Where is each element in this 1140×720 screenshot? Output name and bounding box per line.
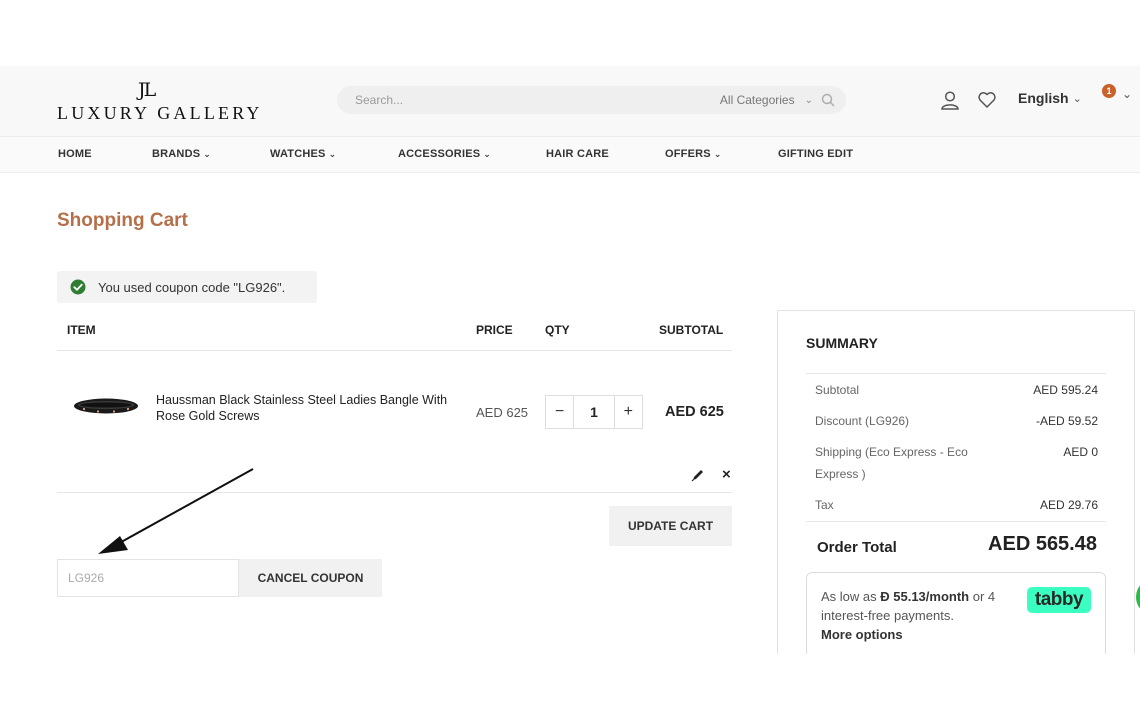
chat-button[interactable] — [1136, 580, 1140, 614]
logo-text: LUXURY GALLERY — [57, 103, 263, 123]
search-icon — [821, 93, 835, 107]
summary-row-label: Shipping (Eco Express - Eco Express ) — [815, 445, 968, 481]
nav-item-label: ACCESSORIES — [398, 148, 481, 160]
nav-item-brands[interactable]: BRANDS ⌄ — [152, 148, 211, 160]
nav-item-label: BRANDS — [152, 148, 201, 160]
nav-item-accessories[interactable]: ACCESSORIES ⌄ — [398, 148, 491, 160]
nav-item-label: OFFERS — [665, 148, 711, 160]
site-header: JL LUXURY GALLERY All Categories ⌄ — [0, 66, 1140, 136]
chevron-down-icon: ⌄ — [713, 149, 722, 159]
chevron-down-icon: ⌄ — [804, 94, 813, 106]
product-name-link[interactable]: Haussman Black Stainless Steel Ladies Ba… — [156, 392, 456, 424]
item-price: AED 625 — [476, 405, 529, 420]
search-button[interactable] — [815, 86, 841, 114]
logo[interactable]: JL LUXURY GALLERY — [57, 77, 259, 125]
nav-item-home[interactable]: HOME — [58, 148, 92, 160]
success-message: You used coupon code "LG926". — [57, 271, 317, 303]
page: JL LUXURY GALLERY All Categories ⌄ — [0, 66, 1140, 654]
heart-icon — [978, 92, 996, 108]
chevron-down-icon: ⌄ — [483, 149, 492, 159]
tabby-more-options-link[interactable]: More options — [821, 625, 1021, 644]
tabby-logo: tabby — [1027, 587, 1091, 613]
remove-item-button[interactable]: × — [722, 466, 731, 483]
qty-input[interactable]: 1 — [573, 396, 615, 428]
minicart-button[interactable]: 1 ⌄ — [1102, 84, 1140, 108]
cancel-coupon-button[interactable]: CANCEL COUPON — [239, 559, 382, 597]
category-select[interactable]: All Categories ⌄ — [685, 86, 813, 114]
column-header-price: PRICE — [476, 323, 513, 337]
divider — [806, 521, 1106, 522]
summary-row-value: AED 0 — [1063, 445, 1098, 459]
chevron-down-icon: ⌄ — [1122, 87, 1133, 101]
nav-item-offers[interactable]: OFFERS ⌄ — [665, 148, 722, 160]
language-select[interactable]: English ⌄ — [1018, 90, 1082, 106]
nav-item-hair-care[interactable]: HAIR CARE — [546, 148, 609, 160]
language-label: English — [1018, 90, 1069, 106]
column-header-subtotal: SUBTOTAL — [659, 323, 724, 337]
tabby-promo-text: As low as Ð 55.13/month or 4 interest-fr… — [821, 587, 1021, 644]
product-image[interactable] — [72, 396, 140, 416]
divider — [806, 373, 1106, 374]
summary-row-label: Subtotal — [815, 383, 860, 397]
cart-count-badge: 1 — [1102, 84, 1116, 98]
search-input[interactable] — [337, 86, 690, 114]
summary-title: SUMMARY — [806, 335, 878, 351]
tabby-promo: As low as Ð 55.13/month or 4 interest-fr… — [806, 572, 1106, 654]
search-bar: All Categories ⌄ — [337, 86, 846, 114]
qty-increase-button[interactable]: + — [615, 396, 642, 428]
nav-item-label: HOME — [58, 148, 92, 160]
tabby-text-prefix: As low as — [821, 589, 881, 604]
nav-item-watches[interactable]: WATCHES ⌄ — [270, 148, 336, 160]
summary-row-value: -AED 59.52 — [1035, 414, 1098, 428]
tabby-amount: Ð 55.13/month — [880, 589, 970, 604]
quantity-stepper: − 1 + — [545, 395, 643, 429]
account-button[interactable] — [940, 90, 960, 110]
divider — [57, 350, 732, 351]
summary-row-label: Tax — [815, 498, 834, 512]
update-cart-button[interactable]: UPDATE CART — [609, 506, 732, 546]
page-title: Shopping Cart — [57, 210, 188, 231]
summary-row-label: Discount (LG926) — [815, 414, 910, 428]
column-header-qty: QTY — [545, 323, 570, 337]
chevron-down-icon: ⌄ — [1072, 92, 1082, 105]
summary-row-value: AED 29.76 — [1039, 498, 1098, 512]
main-nav: HOME BRANDS ⌄ WATCHES ⌄ ACCESSORIES ⌄ HAIR … — [0, 136, 1140, 173]
nav-item-label: WATCHES — [270, 148, 326, 160]
edit-icon[interactable] — [690, 467, 706, 483]
order-summary: SUMMARY Subtotal AED 595.24 Discount (LG… — [777, 310, 1135, 654]
chevron-down-icon: ⌄ — [203, 149, 212, 159]
qty-decrease-button[interactable]: − — [546, 396, 573, 428]
nav-item-label: HAIR CARE — [546, 148, 609, 160]
chevron-down-icon: ⌄ — [328, 149, 337, 159]
user-icon — [941, 91, 959, 110]
summary-row-value: AED 595.24 — [1033, 383, 1098, 397]
column-header-item: ITEM — [67, 323, 96, 337]
arrow-annotation — [98, 468, 254, 554]
check-circle-icon — [70, 279, 86, 295]
success-message-text: You used coupon code "LG926". — [98, 279, 286, 295]
nav-item-label: GIFTING EDIT — [778, 148, 854, 160]
coupon-code-input[interactable] — [57, 559, 239, 597]
nav-item-gifting-edit[interactable]: GIFTING EDIT — [778, 148, 853, 160]
wishlist-button[interactable] — [977, 90, 997, 110]
order-total-label: Order Total — [817, 539, 897, 556]
logo-mark: JL — [138, 79, 156, 101]
category-select-label: All Categories — [719, 93, 795, 107]
order-total-value: AED 565.48 — [988, 533, 1097, 555]
item-subtotal: AED 625 — [665, 404, 724, 420]
